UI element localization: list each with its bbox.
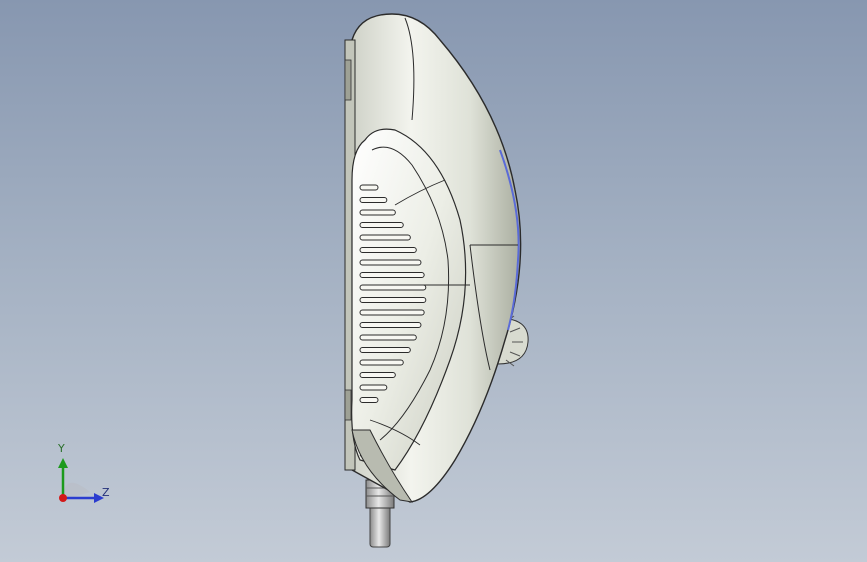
- pendant-3d-model[interactable]: [0, 0, 867, 562]
- vent-slot: [359, 197, 388, 203]
- vent-slot: [359, 372, 396, 378]
- axis-triad: [58, 458, 104, 503]
- vent-slot: [359, 334, 417, 341]
- vent-slot: [359, 247, 417, 253]
- vent-slot: [359, 347, 411, 353]
- vent-slot: [359, 397, 379, 403]
- vent-slot: [359, 384, 388, 391]
- cad-viewport[interactable]: Y Z: [0, 0, 867, 562]
- vent-slot: [359, 284, 427, 291]
- vent-slot: [359, 184, 379, 191]
- vent-slot: [359, 359, 404, 366]
- vent-slot: [359, 322, 422, 328]
- vent-slot: [359, 234, 411, 241]
- y-axis-label: Y: [58, 442, 65, 455]
- vent-slot: [359, 259, 422, 266]
- vent-slot: [359, 309, 425, 316]
- vent-slot: [359, 272, 425, 278]
- vent-slot: [359, 209, 396, 216]
- vent-slot: [359, 222, 404, 228]
- x-axis-icon: [59, 494, 67, 502]
- vent-slot: [359, 297, 427, 303]
- z-axis-label: Z: [102, 486, 110, 499]
